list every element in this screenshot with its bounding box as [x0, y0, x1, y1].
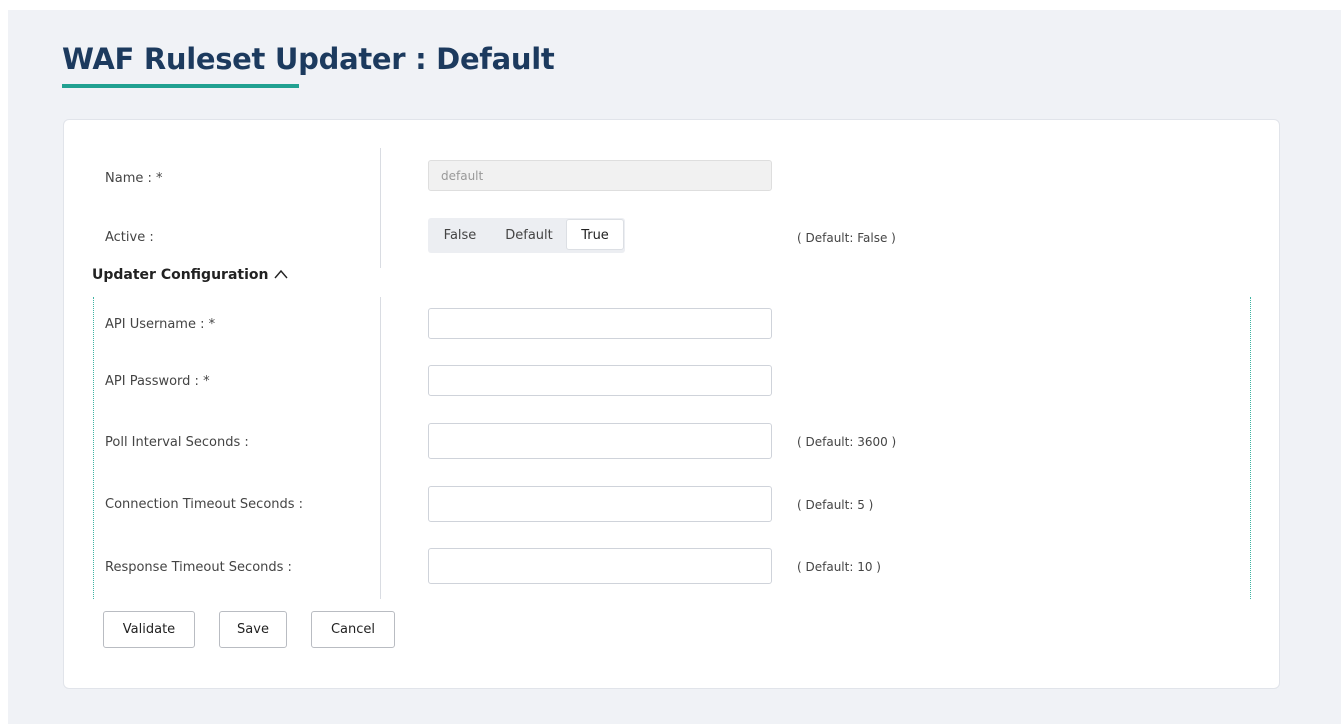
connection-timeout-label: Connection Timeout Seconds : [105, 497, 304, 512]
active-default-hint: ( Default: False ) [797, 231, 896, 245]
title-underline [62, 84, 299, 88]
form-card: Name : * Active : False Default True ( D… [63, 119, 1280, 689]
chevron-up-icon [274, 267, 289, 283]
updater-configuration-toggle[interactable]: Updater Configuration [92, 267, 289, 283]
connection-timeout-default-hint: ( Default: 5 ) [797, 498, 874, 512]
validate-button[interactable]: Validate [103, 611, 195, 648]
active-option-false[interactable]: False [428, 218, 492, 253]
page-background: WAF Ruleset Updater : Default Name : * A… [8, 10, 1341, 724]
section-title: Updater Configuration [92, 267, 269, 283]
column-divider-bottom [380, 297, 381, 599]
active-label: Active : [105, 230, 154, 245]
save-button[interactable]: Save [219, 611, 287, 648]
connection-timeout-field[interactable] [428, 486, 772, 522]
api-password-label: API Password : * [105, 374, 210, 389]
section-border-right [1250, 297, 1251, 599]
poll-interval-label: Poll Interval Seconds : [105, 435, 249, 450]
response-timeout-field[interactable] [428, 548, 772, 584]
active-option-true[interactable]: True [566, 219, 624, 250]
active-toggle[interactable]: False Default True [428, 218, 625, 253]
cancel-button[interactable]: Cancel [311, 611, 395, 648]
section-border-left [93, 297, 94, 599]
active-option-default[interactable]: Default [492, 218, 566, 253]
poll-interval-field[interactable] [428, 423, 772, 459]
api-username-field[interactable] [428, 308, 772, 339]
response-timeout-label: Response Timeout Seconds : [105, 560, 292, 575]
response-timeout-default-hint: ( Default: 10 ) [797, 560, 881, 574]
name-label: Name : * [105, 171, 163, 186]
api-username-label: API Username : * [105, 317, 216, 332]
column-divider-top [380, 148, 381, 268]
name-field[interactable] [428, 160, 772, 191]
api-password-field[interactable] [428, 365, 772, 396]
poll-interval-default-hint: ( Default: 3600 ) [797, 435, 897, 449]
page-title: WAF Ruleset Updater : Default [62, 42, 555, 76]
